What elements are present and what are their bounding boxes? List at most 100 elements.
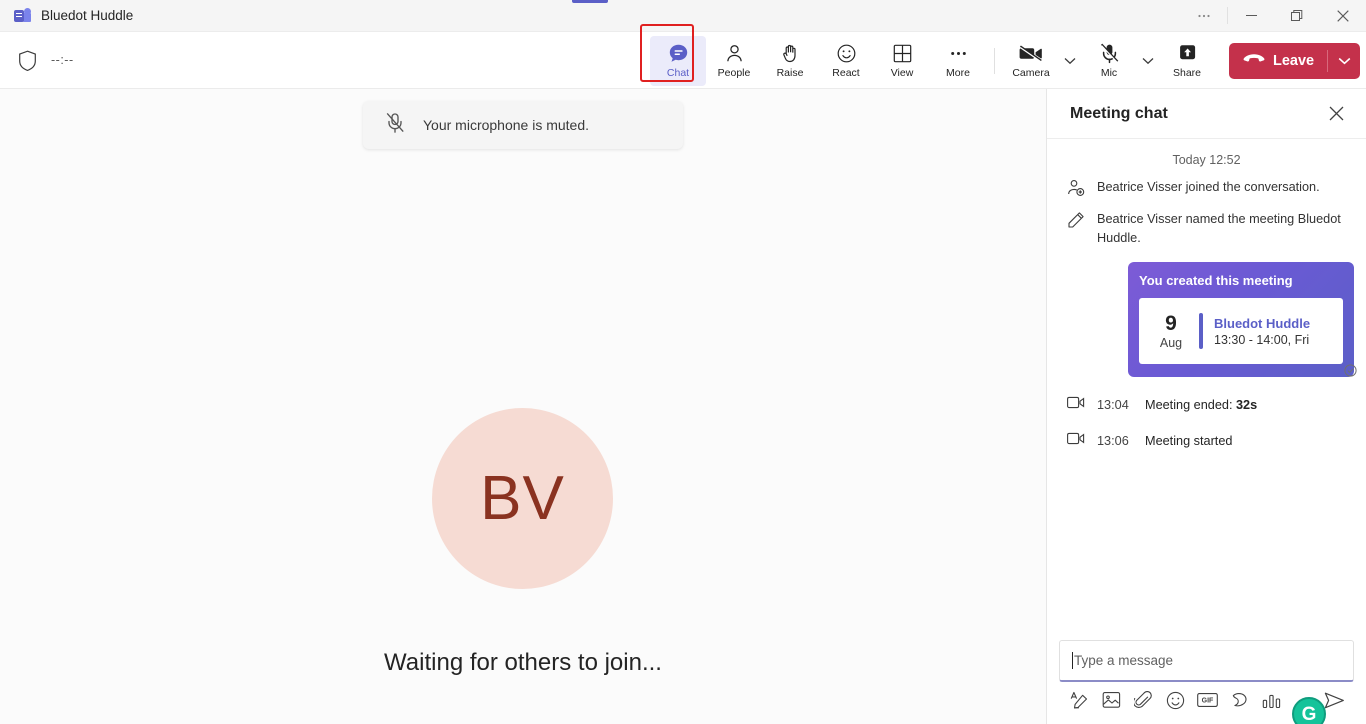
toolbar-label-more: More — [946, 66, 970, 79]
poll-icon[interactable] — [1257, 686, 1285, 714]
meeting-invite-card-wrapper: You created this meeting 9 Aug Bluedot H… — [1059, 262, 1357, 377]
toolbar-button-share[interactable]: Share — [1159, 36, 1215, 86]
toolbar-button-more[interactable]: More — [930, 36, 986, 86]
view-grid-icon — [892, 43, 913, 64]
window-more-icon[interactable] — [1181, 0, 1227, 32]
meeting-card-day: 9 — [1165, 312, 1177, 335]
chat-icon — [668, 43, 689, 64]
leave-button-main[interactable]: Leave — [1229, 43, 1327, 79]
waiting-message: Waiting for others to join... — [384, 649, 662, 676]
toolbar-label-share: Share — [1172, 66, 1202, 79]
toolbar-label-chat: Chat — [666, 66, 690, 79]
meeting-toolbar: --:-- Chat People Raise React View More … — [0, 23, 1366, 89]
text-caret — [1072, 652, 1073, 669]
hangup-icon — [1243, 52, 1265, 70]
sent-check-icon — [1344, 364, 1357, 382]
chat-button-wrapper: Chat — [640, 23, 706, 86]
attachment-paperclip-icon[interactable] — [1129, 686, 1157, 714]
title-bar-left: Bluedot Huddle — [0, 7, 134, 24]
toolbar-label-react: React — [832, 66, 860, 79]
leave-button[interactable]: Leave — [1229, 42, 1361, 79]
sticker-icon[interactable] — [1225, 686, 1253, 714]
more-ellipsis-icon — [948, 43, 969, 64]
restore-icon[interactable] — [1274, 0, 1320, 32]
system-message-joined: Beatrice Visser joined the conversation. — [1059, 178, 1354, 202]
meeting-card-accent-bar — [1199, 313, 1203, 349]
image-icon[interactable] — [1097, 686, 1125, 714]
mic-off-icon — [1099, 43, 1120, 64]
meeting-card-header: You created this meeting — [1139, 273, 1293, 288]
chat-event-text: Meeting ended: 32s — [1145, 398, 1258, 412]
minimize-icon[interactable] — [1228, 0, 1274, 32]
meeting-stage: Your microphone is muted. BV Waiting for… — [0, 89, 1046, 724]
chat-message-list: Today 12:52 Beatrice Visser joined the c… — [1047, 139, 1366, 640]
gif-icon[interactable]: GIF — [1193, 686, 1221, 714]
chat-panel-header: Meeting chat — [1047, 89, 1366, 139]
leave-chevron-down-icon[interactable] — [1328, 43, 1360, 79]
toolbar-button-chat[interactable]: Chat — [650, 35, 706, 86]
toolbar-button-people[interactable]: People — [706, 36, 762, 86]
chat-event-time: 13:06 — [1097, 434, 1129, 448]
toolbar-button-raise[interactable]: Raise — [762, 36, 818, 86]
person-add-icon — [1067, 178, 1085, 202]
toolbar-label-people: People — [717, 66, 751, 79]
video-icon — [1067, 432, 1085, 450]
window-controls — [1181, 0, 1366, 32]
chat-event-row: 13:06 Meeting started — [1059, 423, 1354, 459]
toolbar-button-react[interactable]: React — [818, 36, 874, 86]
toolbar-button-mic[interactable]: Mic — [1081, 36, 1137, 86]
camera-chevron-down-icon[interactable] — [1059, 41, 1081, 81]
toast-message: Your microphone is muted. — [423, 117, 590, 133]
react-smiley-icon — [836, 43, 857, 64]
toolbar-label-camera: Camera — [1012, 66, 1050, 79]
meeting-card-title: Bluedot Huddle — [1214, 315, 1311, 331]
mute-toast: Your microphone is muted. — [363, 101, 683, 149]
toolbar-divider — [994, 47, 995, 74]
meeting-timer: --:-- — [51, 53, 74, 67]
meeting-chat-panel: Meeting chat Today 12:52 Beatrice Visser… — [1046, 89, 1366, 724]
system-message-text: Beatrice Visser named the meeting Bluedo… — [1097, 212, 1341, 245]
grammarly-badge-icon[interactable]: G — [1292, 697, 1326, 724]
format-text-icon[interactable] — [1065, 686, 1093, 714]
leave-label: Leave — [1273, 52, 1315, 69]
meeting-card-details: Bluedot Huddle 13:30 - 14:00, Fri — [1214, 316, 1310, 347]
pencil-edit-icon — [1067, 210, 1085, 248]
meeting-card-time: 13:30 - 14:00, Fri — [1214, 332, 1310, 347]
grammarly-letter: G — [1301, 703, 1317, 724]
raise-hand-icon — [780, 43, 801, 64]
compose-toolbar: GIF G — [1059, 682, 1354, 724]
message-input-placeholder: Type a message — [1074, 653, 1174, 668]
chat-event-text: Meeting started — [1145, 434, 1233, 448]
toolbar-label-view: View — [890, 66, 914, 79]
toolbar-button-camera[interactable]: Camera — [1003, 36, 1059, 86]
toolbar-button-view[interactable]: View — [874, 36, 930, 86]
app-body: Your microphone is muted. BV Waiting for… — [0, 89, 1366, 724]
toolbar-center-group: Chat People Raise React View More Camera… — [640, 23, 1361, 89]
toolbar-label-raise: Raise — [776, 66, 804, 79]
title-bar: Bluedot Huddle — [0, 0, 1366, 32]
message-input[interactable]: Type a message — [1059, 640, 1354, 682]
close-icon[interactable] — [1320, 0, 1366, 32]
meeting-invite-card[interactable]: You created this meeting 9 Aug Bluedot H… — [1128, 262, 1354, 377]
meeting-card-month: Aug — [1159, 336, 1183, 350]
emoji-icon[interactable] — [1161, 686, 1189, 714]
chat-compose-area: Type a message GIF G — [1047, 640, 1366, 724]
avatar-initials: BV — [480, 464, 565, 533]
share-screen-icon — [1177, 43, 1198, 64]
svg-text:GIF: GIF — [1201, 698, 1213, 705]
people-icon — [724, 43, 745, 64]
chat-event-row: 13:04 Meeting ended: 32s — [1059, 387, 1354, 423]
window-title: Bluedot Huddle — [41, 8, 134, 23]
system-message-renamed: Beatrice Visser named the meeting Bluedo… — [1059, 210, 1354, 248]
camera-off-icon — [1019, 43, 1043, 64]
chat-close-icon[interactable] — [1322, 100, 1350, 128]
meeting-card-date: 9 Aug — [1145, 312, 1197, 350]
window-accent-tab — [572, 0, 608, 3]
meeting-card-body: 9 Aug Bluedot Huddle 13:30 - 14:00, Fri — [1139, 298, 1343, 364]
participant-avatar: BV — [432, 408, 613, 589]
mic-chevron-down-icon[interactable] — [1137, 41, 1159, 81]
chat-daystamp: Today 12:52 — [1172, 153, 1241, 167]
toolbar-left-group: --:-- — [0, 50, 74, 71]
video-icon — [1067, 396, 1085, 414]
teams-logo-icon — [14, 7, 31, 24]
